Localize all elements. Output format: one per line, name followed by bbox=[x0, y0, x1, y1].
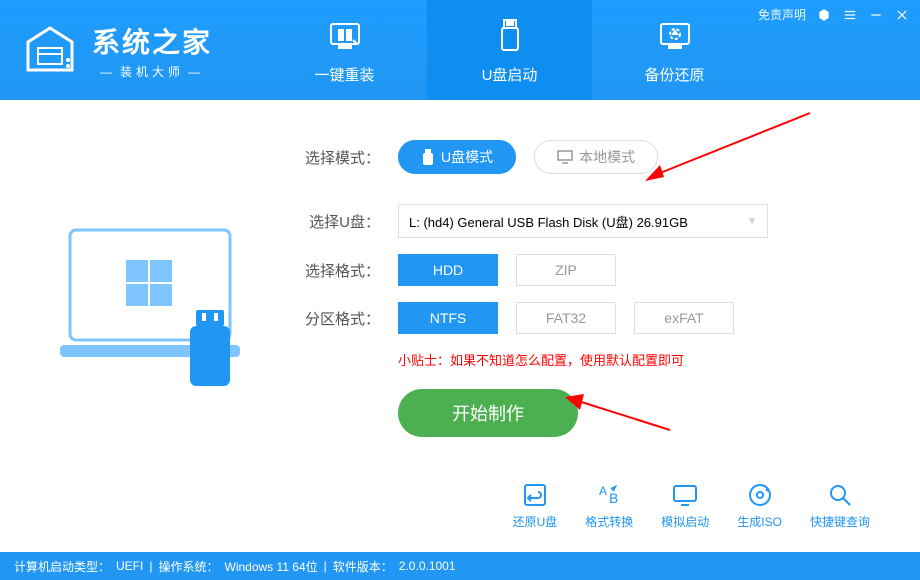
hotkey-icon bbox=[826, 481, 854, 509]
tab-label: 备份还原 bbox=[645, 64, 705, 85]
udisk-select[interactable]: L: (hd4) General USB Flash Disk (U盘) 26.… bbox=[398, 204, 768, 238]
titlebar: 免责声明 bbox=[758, 6, 910, 23]
partition-fat32-button[interactable]: FAT32 bbox=[516, 302, 616, 334]
minimize-button[interactable] bbox=[868, 7, 884, 23]
usb-icon bbox=[490, 16, 530, 56]
tool-restore[interactable]: 还原U盘 bbox=[513, 481, 558, 530]
monitor-small-icon bbox=[557, 150, 573, 164]
svg-text:B: B bbox=[609, 490, 618, 506]
tool-convert[interactable]: AB 格式转换 bbox=[585, 481, 633, 530]
theme-icon[interactable] bbox=[816, 7, 832, 23]
status-ver-label: 软件版本： bbox=[333, 558, 393, 575]
menu-icon[interactable] bbox=[842, 7, 858, 23]
disclaimer-link[interactable]: 免责声明 bbox=[758, 6, 806, 23]
tools-bar: 还原U盘 AB 格式转换 模拟启动 生成ISO 快捷键查询 bbox=[513, 481, 870, 530]
mode-label: 选择模式： bbox=[300, 147, 380, 168]
mode-row: 选择模式： U盘模式 本地模式 bbox=[300, 140, 870, 174]
reinstall-icon bbox=[325, 16, 365, 56]
start-button[interactable]: 开始制作 bbox=[398, 389, 578, 437]
hint-text: 小贴士：如果不知道怎么配置，使用默认配置即可 bbox=[398, 350, 870, 369]
tab-label: U盘启动 bbox=[482, 64, 538, 85]
illustration bbox=[50, 140, 270, 437]
partition-exfat-button[interactable]: exFAT bbox=[634, 302, 734, 334]
tab-label: 一键重装 bbox=[315, 64, 375, 85]
mode-local-button[interactable]: 本地模式 bbox=[534, 140, 658, 174]
form-area: 选择模式： U盘模式 本地模式 选择U盘： L: (hd4) General U… bbox=[300, 140, 870, 437]
restore-icon bbox=[521, 481, 549, 509]
logo-subtitle: 装机大师 bbox=[92, 63, 212, 80]
header: 免责声明 系统之家 装机大师 一键重装 U盘启动 bbox=[0, 0, 920, 100]
logo-title: 系统之家 bbox=[92, 21, 212, 61]
udisk-label: 选择U盘： bbox=[300, 211, 380, 232]
logo-area: 系统之家 装机大师 bbox=[0, 20, 232, 80]
partition-ntfs-button[interactable]: NTFS bbox=[398, 302, 498, 334]
close-button[interactable] bbox=[894, 7, 910, 23]
svg-text:A: A bbox=[599, 484, 607, 498]
logo-text: 系统之家 装机大师 bbox=[92, 21, 212, 80]
format-zip-button[interactable]: ZIP bbox=[516, 254, 616, 286]
chevron-down-icon: ▼ bbox=[747, 216, 757, 227]
tool-hotkey[interactable]: 快捷键查询 bbox=[810, 481, 870, 530]
usb-small-icon bbox=[421, 149, 435, 165]
status-ver-value: 2.0.0.1001 bbox=[399, 559, 456, 573]
tool-simulate[interactable]: 模拟启动 bbox=[661, 481, 709, 530]
mode-usb-button[interactable]: U盘模式 bbox=[398, 140, 516, 174]
tab-backup[interactable]: 备份还原 bbox=[592, 0, 757, 100]
partition-label: 分区格式： bbox=[300, 308, 380, 329]
nav-tabs: 一键重装 U盘启动 备份还原 bbox=[262, 0, 757, 100]
partition-row: 分区格式： NTFS FAT32 exFAT bbox=[300, 302, 870, 334]
status-boot-label: 计算机启动类型： bbox=[14, 558, 110, 575]
format-hdd-button[interactable]: HDD bbox=[398, 254, 498, 286]
status-os-value: Windows 11 64位 bbox=[225, 558, 318, 575]
statusbar: 计算机启动类型： UEFI | 操作系统： Windows 11 64位 | 软… bbox=[0, 552, 920, 580]
tool-iso[interactable]: 生成ISO bbox=[737, 481, 782, 530]
simulate-icon bbox=[671, 481, 699, 509]
main-content: 选择模式： U盘模式 本地模式 选择U盘： L: (hd4) General U… bbox=[0, 100, 920, 457]
tab-usb[interactable]: U盘启动 bbox=[427, 0, 592, 100]
format-row: 选择格式： HDD ZIP bbox=[300, 254, 870, 286]
status-os-label: 操作系统： bbox=[158, 558, 218, 575]
udisk-value: L: (hd4) General USB Flash Disk (U盘) 26.… bbox=[409, 212, 688, 231]
backup-icon bbox=[655, 16, 695, 56]
tab-reinstall[interactable]: 一键重装 bbox=[262, 0, 427, 100]
status-boot-value: UEFI bbox=[116, 559, 143, 573]
format-label: 选择格式： bbox=[300, 260, 380, 281]
logo-icon bbox=[20, 20, 80, 80]
convert-icon: AB bbox=[595, 481, 623, 509]
udisk-row: 选择U盘： L: (hd4) General USB Flash Disk (U… bbox=[300, 204, 870, 238]
iso-icon bbox=[746, 481, 774, 509]
